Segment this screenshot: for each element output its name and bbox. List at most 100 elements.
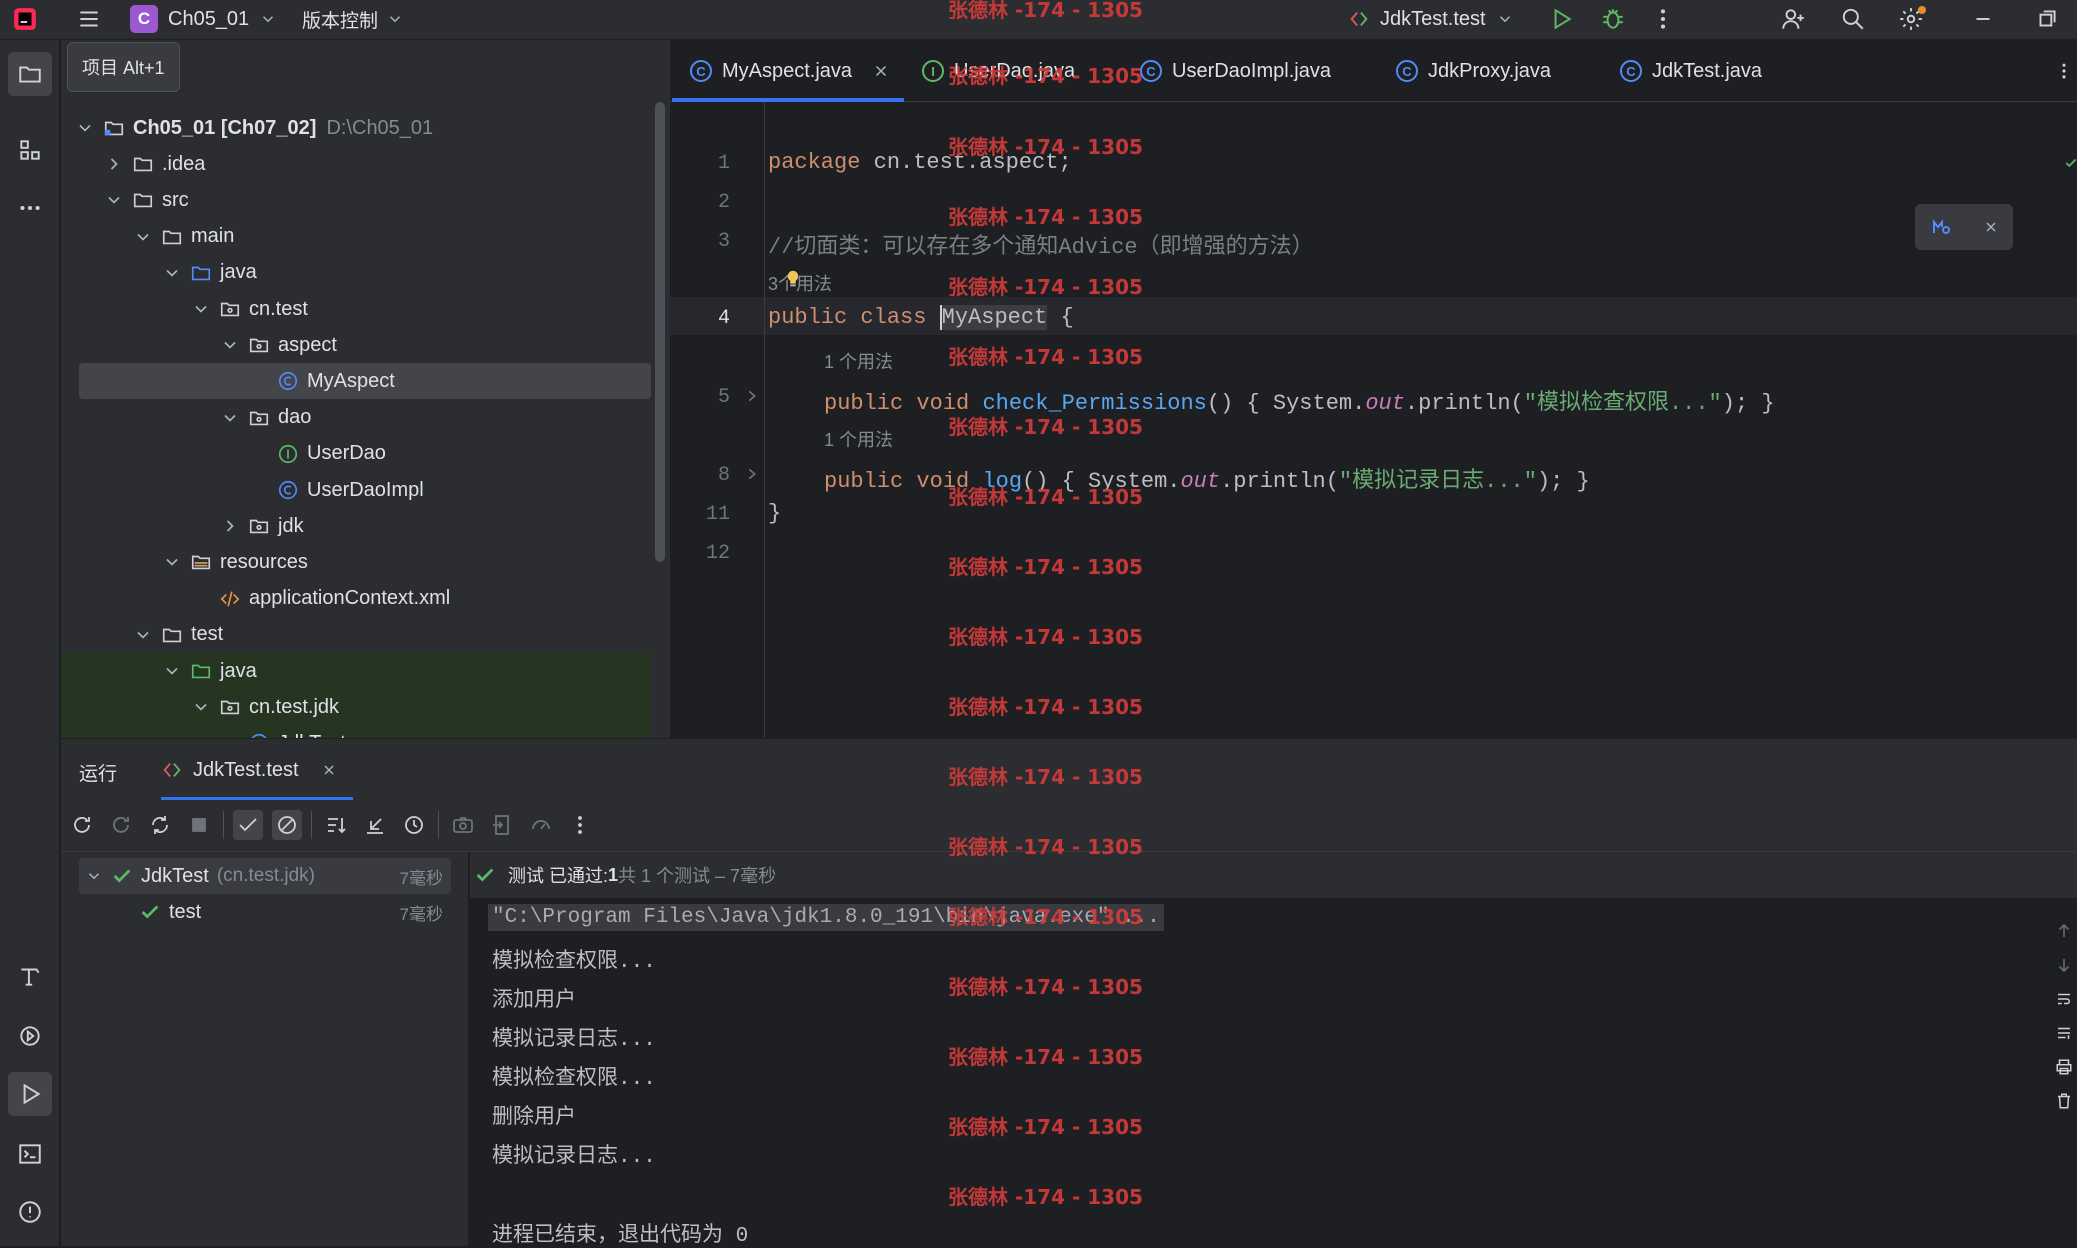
tab-actions-icon[interactable] <box>2054 54 2074 88</box>
tree-item-module-root[interactable]: Ch05_01 [Ch07_02] D:\Ch05_01 <box>61 110 651 146</box>
fold-chevron-icon[interactable] <box>744 466 760 482</box>
lightbulb-icon[interactable] <box>782 268 804 290</box>
soft-wrap-icon[interactable] <box>2055 990 2073 1008</box>
search-icon[interactable] <box>1836 2 1870 36</box>
tab-jdktest[interactable]: C JdkTest.java <box>1620 40 1762 102</box>
chevron-down-icon[interactable] <box>162 552 182 572</box>
chevron-down-icon[interactable] <box>162 263 182 283</box>
show-ignored-toggle[interactable] <box>272 810 302 840</box>
chevron-down-icon[interactable] <box>191 697 211 717</box>
run-tool-button[interactable] <box>8 1072 52 1116</box>
scroll-down-icon[interactable] <box>2055 956 2073 974</box>
tab-jdkproxy[interactable]: C JdkProxy.java <box>1396 40 1551 102</box>
tab-userdao[interactable]: I UserDao.java <box>922 40 1075 102</box>
more-tools-button[interactable] <box>8 186 52 230</box>
chevron-down-icon[interactable] <box>75 118 95 138</box>
minimize-button[interactable] <box>1966 2 2000 36</box>
rerun-failed-button[interactable] <box>106 810 136 840</box>
settings-gear-icon[interactable] <box>1894 2 1928 36</box>
coverage-button[interactable] <box>526 810 556 840</box>
tree-item-resources[interactable]: resources <box>61 544 651 580</box>
chevron-down-icon[interactable] <box>133 625 153 645</box>
show-passed-toggle[interactable] <box>233 810 263 840</box>
trash-icon[interactable] <box>2055 1092 2073 1110</box>
reader-mode-icon[interactable] <box>1930 215 1954 239</box>
chevron-down-icon[interactable] <box>220 335 240 355</box>
rerun-button[interactable] <box>67 810 97 840</box>
vcs-menu[interactable]: 版本控制 <box>302 4 404 34</box>
test-row-jdktest[interactable]: JdkTest (cn.test.jdk) 7毫秒 <box>79 858 451 894</box>
chevron-down-icon[interactable] <box>220 408 240 428</box>
main-menu-icon[interactable] <box>72 2 106 36</box>
tree-item-cn-test-jdk[interactable]: cn.test.jdk <box>61 689 651 726</box>
tree-item-myaspect[interactable]: MyAspect <box>79 363 651 400</box>
test-row-test[interactable]: test 7毫秒 <box>79 894 451 930</box>
folder-icon <box>161 624 183 646</box>
folder-icon <box>132 153 154 175</box>
project-selector[interactable]: C Ch05_01 <box>130 4 277 34</box>
chevron-down-icon[interactable] <box>133 227 153 247</box>
tree-item-applicationcontext[interactable]: applicationContext.xml <box>61 581 651 617</box>
folder-icon <box>132 189 154 211</box>
terminal-tool-button[interactable] <box>8 1132 52 1176</box>
tree-item-jdktest[interactable]: JdkTest <box>61 725 651 738</box>
problems-tool-button[interactable] <box>8 1190 52 1234</box>
tab-userdaoimpl[interactable]: C UserDaoImpl.java <box>1140 40 1331 102</box>
usages-hint[interactable]: 1 个用法 <box>824 348 893 374</box>
chevron-right-icon[interactable] <box>104 154 124 174</box>
intellij-logo-icon[interactable] <box>10 4 40 34</box>
chevron-down-icon[interactable] <box>191 299 211 319</box>
structure-tool-button[interactable] <box>8 128 52 172</box>
toggle-auto-test-button[interactable] <box>145 810 175 840</box>
add-user-icon[interactable] <box>1776 2 1810 36</box>
tab-label: JdkTest.java <box>1652 59 1763 82</box>
console-output[interactable]: "C:\Program Files\Java\jdk1.8.0_191\bin\… <box>470 898 2050 1248</box>
usages-hint[interactable]: 1 个用法 <box>824 426 893 452</box>
restore-button[interactable] <box>2030 2 2064 36</box>
class-icon <box>277 479 299 501</box>
tree-item-src[interactable]: src <box>61 182 651 218</box>
run-config-selector[interactable]: JdkTest.test <box>1348 4 1514 34</box>
editor-tab-bar: C MyAspect.java I UserDao.java C UserDao… <box>670 40 2077 102</box>
build-tool-button[interactable] <box>8 954 52 998</box>
tree-item-main[interactable]: main <box>61 219 651 255</box>
close-icon[interactable] <box>1983 219 1999 235</box>
tree-item-idea[interactable]: .idea <box>61 146 651 182</box>
close-tab-icon[interactable] <box>321 762 337 778</box>
project-tool-button[interactable] <box>8 52 52 96</box>
stop-button[interactable] <box>184 810 214 840</box>
tree-item-userdaoimpl[interactable]: UserDaoImpl <box>61 472 651 508</box>
tree-item-aspect[interactable]: aspect <box>61 327 651 363</box>
tree-item-main-java[interactable]: java <box>61 255 651 291</box>
fold-chevron-icon[interactable] <box>744 388 760 404</box>
code-editor[interactable]: 1 2 3 4 5 8 11 12 package cn.test.aspect… <box>670 102 2077 738</box>
chevron-right-icon[interactable] <box>220 516 240 536</box>
import-button[interactable] <box>487 810 517 840</box>
close-tab-icon[interactable] <box>872 62 890 80</box>
print-icon[interactable] <box>2055 1058 2073 1076</box>
run-button[interactable] <box>1544 2 1578 36</box>
tree-item-cn-test[interactable]: cn.test <box>61 291 651 327</box>
history-button[interactable] <box>399 810 429 840</box>
tree-item-test[interactable]: test <box>61 617 651 653</box>
tree-item-test-java[interactable]: java <box>61 653 651 689</box>
chevron-down-icon[interactable] <box>162 661 182 681</box>
services-tool-button[interactable] <box>8 1014 52 1058</box>
screenshot-button[interactable] <box>448 810 478 840</box>
more-run-actions-icon[interactable] <box>565 810 595 840</box>
code-line-11: } <box>768 501 782 526</box>
tree-item-userdao[interactable]: UserDao <box>61 436 651 472</box>
debug-button[interactable] <box>1596 2 1630 36</box>
scroll-to-end-icon[interactable] <box>2055 1024 2073 1042</box>
run-tab[interactable]: JdkTest.test <box>161 739 337 801</box>
scroll-up-icon[interactable] <box>2055 922 2073 940</box>
collapse-button[interactable] <box>360 810 390 840</box>
tree-item-jdk[interactable]: jdk <box>61 508 651 544</box>
project-scrollbar[interactable] <box>655 102 665 562</box>
more-actions-icon[interactable] <box>1646 2 1680 36</box>
sort-button[interactable] <box>321 810 351 840</box>
tab-myaspect[interactable]: C MyAspect.java <box>690 40 890 102</box>
inspection-ok-icon[interactable] <box>2064 156 2077 170</box>
chevron-down-icon[interactable] <box>104 190 124 210</box>
tree-item-dao[interactable]: dao <box>61 400 651 436</box>
